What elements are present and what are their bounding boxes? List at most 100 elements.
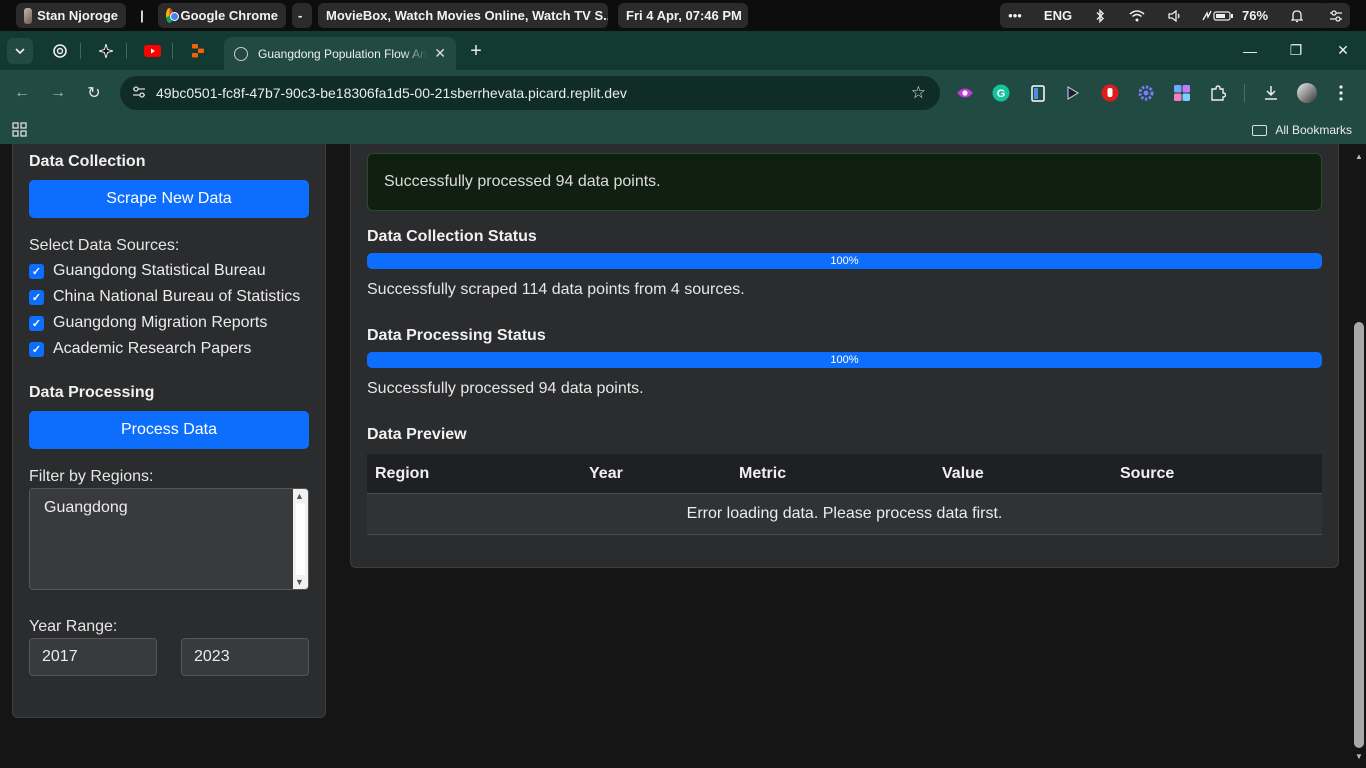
- source-label: Academic Research Papers: [53, 340, 252, 357]
- address-bar[interactable]: 49bc0501-fc8f-47b7-90c3-be18306fa1d5-00-…: [120, 76, 940, 110]
- bluetooth-icon[interactable]: [1090, 3, 1110, 28]
- forward-arrow-icon[interactable]: →: [45, 80, 71, 106]
- region-multiselect[interactable]: Guangdong ▲ ▼: [29, 488, 309, 590]
- processing-progress-bar: 100%: [367, 352, 1322, 368]
- extension-eye-icon[interactable]: [955, 83, 975, 103]
- os-divider: |: [140, 8, 144, 23]
- wifi-icon[interactable]: [1126, 3, 1148, 28]
- page-scroll-down-arrow-icon[interactable]: ▼: [1355, 752, 1363, 761]
- browser-toolbar: ← → ↻ 49bc0501-fc8f-47b7-90c3-be18306fa1…: [0, 70, 1366, 116]
- column-header-year[interactable]: Year: [589, 465, 623, 483]
- year-range-label: Year Range:: [29, 618, 118, 635]
- table-message-row: Error loading data. Please process data …: [367, 493, 1322, 535]
- tab-favicon-globe-icon: [234, 46, 248, 61]
- close-window-button[interactable]: ✕: [1320, 31, 1366, 70]
- battery-icon[interactable]: [1200, 3, 1236, 28]
- source-checkbox-row[interactable]: ✓ China National Bureau of Statistics: [29, 288, 300, 306]
- new-tab-button[interactable]: +: [463, 38, 489, 64]
- maximize-button[interactable]: ❐: [1273, 31, 1319, 70]
- checkbox-checked-icon[interactable]: ✓: [29, 289, 44, 305]
- column-header-value[interactable]: Value: [942, 465, 984, 483]
- extension-tiles-icon[interactable]: [1172, 83, 1192, 103]
- extension-reader-icon[interactable]: [1028, 83, 1048, 103]
- site-info-icon[interactable]: [132, 85, 146, 102]
- checkbox-checked-icon[interactable]: ✓: [29, 341, 44, 357]
- process-data-button[interactable]: Process Data: [29, 411, 309, 449]
- data-processing-title: Data Processing: [29, 384, 155, 401]
- control-sidebar: Data Collection Scrape New Data Select D…: [12, 144, 326, 718]
- column-header-metric[interactable]: Metric: [739, 465, 786, 483]
- reload-icon[interactable]: ↻: [81, 80, 107, 106]
- processing-status-message: Successfully processed 94 data points.: [367, 380, 644, 397]
- more-icon[interactable]: •••: [1004, 3, 1026, 28]
- all-bookmarks-button[interactable]: All Bookmarks: [1252, 123, 1352, 137]
- profile-avatar[interactable]: [1297, 83, 1317, 103]
- checkbox-checked-icon[interactable]: ✓: [29, 315, 44, 331]
- extension-grammarly-icon[interactable]: G: [991, 83, 1011, 103]
- chrome-menu-icon[interactable]: [1331, 83, 1351, 103]
- tab-close-icon[interactable]: ✕: [434, 45, 446, 62]
- main-panel: Successfully processed 94 data points. D…: [350, 144, 1339, 568]
- source-label: Guangdong Statistical Bureau: [53, 262, 266, 279]
- scroll-up-arrow-icon[interactable]: ▲: [295, 491, 304, 501]
- extension-hand-icon[interactable]: [1100, 83, 1120, 103]
- region-option[interactable]: Guangdong: [44, 499, 128, 517]
- pinned-tab-sparkle-icon[interactable]: [93, 38, 119, 64]
- user-name: Stan Njoroge: [37, 8, 118, 23]
- tab-separator: [80, 43, 81, 59]
- notification-bell-icon[interactable]: [1286, 3, 1308, 28]
- success-alert: Successfully processed 94 data points.: [367, 153, 1322, 211]
- os-dash: -: [292, 3, 312, 28]
- extensions-puzzle-icon[interactable]: [1208, 83, 1228, 103]
- page-scrollbar[interactable]: ▲ ▼: [1352, 144, 1366, 768]
- bookmark-star-icon[interactable]: ☆: [911, 83, 926, 103]
- page-scroll-up-arrow-icon[interactable]: ▲: [1355, 152, 1363, 161]
- scrape-new-data-button[interactable]: Scrape New Data: [29, 180, 309, 218]
- year-to-input[interactable]: 2023: [181, 638, 309, 676]
- data-collection-title: Data Collection: [29, 153, 146, 170]
- data-sources-label: Select Data Sources:: [29, 237, 180, 254]
- url-text: 49bc0501-fc8f-47b7-90c3-be18306fa1d5-00-…: [156, 85, 627, 101]
- active-app[interactable]: Google Chrome: [158, 3, 286, 28]
- scroll-thumb[interactable]: [296, 503, 305, 575]
- tab-active[interactable]: Guangdong Population Flow Analysis ✕: [224, 37, 456, 70]
- window-title[interactable]: MovieBox, Watch Movies Online, Watch TV …: [318, 3, 608, 28]
- pinned-tab-replit-icon[interactable]: [185, 38, 211, 64]
- quick-settings-icon[interactable]: [1322, 3, 1350, 28]
- back-arrow-icon[interactable]: ←: [9, 80, 35, 106]
- region-select-scrollbar[interactable]: ▲ ▼: [293, 489, 308, 589]
- extension-play-icon[interactable]: [1063, 83, 1083, 103]
- source-checkbox-row[interactable]: ✓ Academic Research Papers: [29, 340, 251, 358]
- page-content: Data Collection Scrape New Data Select D…: [0, 144, 1366, 768]
- tab-search-chevron-down-icon[interactable]: [7, 38, 33, 64]
- pinned-tab-openai-icon[interactable]: [47, 38, 73, 64]
- column-header-region[interactable]: Region: [375, 465, 429, 483]
- collection-progress-fill: 100%: [367, 253, 1322, 269]
- svg-text:G: G: [997, 88, 1006, 100]
- volume-icon[interactable]: [1164, 3, 1186, 28]
- clock[interactable]: Fri 4 Apr, 07:46 PM: [618, 3, 748, 28]
- processing-status-title: Data Processing Status: [367, 327, 546, 344]
- source-checkbox-row[interactable]: ✓ Guangdong Migration Reports: [29, 314, 267, 332]
- source-checkbox-row[interactable]: ✓ Guangdong Statistical Bureau: [29, 262, 266, 280]
- data-preview-table: Region Year Metric Value Source Error lo…: [367, 454, 1322, 535]
- column-header-source[interactable]: Source: [1120, 465, 1174, 483]
- collection-status-message: Successfully scraped 114 data points fro…: [367, 281, 745, 298]
- language-indicator[interactable]: ENG: [1040, 3, 1076, 28]
- checkbox-checked-icon[interactable]: ✓: [29, 263, 44, 279]
- user-switcher[interactable]: Stan Njoroge: [16, 3, 126, 28]
- downloads-icon[interactable]: [1261, 83, 1281, 103]
- minimize-button[interactable]: —: [1227, 31, 1273, 70]
- data-preview-title: Data Preview: [367, 426, 467, 443]
- extension-gear-icon[interactable]: [1136, 83, 1156, 103]
- scroll-down-arrow-icon[interactable]: ▼: [295, 577, 304, 587]
- apps-grid-icon[interactable]: [12, 122, 27, 140]
- active-app-name: Google Chrome: [180, 8, 278, 23]
- tab-strip: Guangdong Population Flow Analysis ✕ + —…: [0, 31, 1366, 70]
- year-from-input[interactable]: 2017: [29, 638, 157, 676]
- battery-percent: 76%: [1241, 8, 1269, 23]
- tab-separator: [172, 43, 173, 59]
- pinned-tab-youtube-icon[interactable]: [139, 38, 165, 64]
- chrome-icon: [166, 8, 180, 23]
- page-scroll-thumb[interactable]: [1354, 322, 1364, 748]
